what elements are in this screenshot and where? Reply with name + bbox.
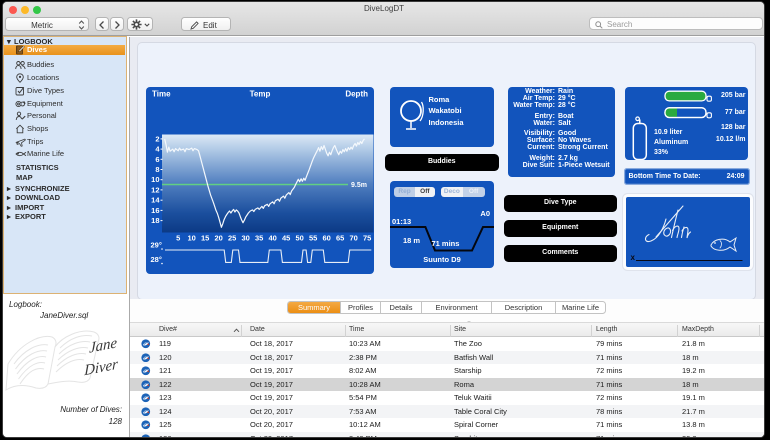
svg-text:28°: 28° [151,255,162,264]
svg-text:Time: Time [152,90,171,99]
svg-text:25: 25 [228,234,236,243]
svg-text:9.5m: 9.5m [351,182,367,189]
svg-text:18: 18 [151,216,159,225]
svg-text:50: 50 [296,234,304,243]
svg-text:14: 14 [151,196,160,205]
svg-text:40: 40 [269,234,277,243]
svg-text:Temp: Temp [250,90,271,99]
svg-text:5: 5 [176,234,180,243]
svg-text:70: 70 [350,234,358,243]
svg-text:Jane: Jane [89,334,117,357]
svg-text:35: 35 [255,234,263,243]
svg-text:12: 12 [151,185,159,194]
svg-text:29°: 29° [151,241,162,250]
svg-text:6: 6 [155,155,159,164]
svg-text:20: 20 [215,234,223,243]
svg-text:45: 45 [282,234,290,243]
svg-text:x: x [631,253,636,262]
svg-text:30: 30 [242,234,250,243]
svg-text:15: 15 [201,234,209,243]
svg-text:10: 10 [188,234,196,243]
svg-text:10: 10 [151,175,159,184]
svg-text:2: 2 [155,134,159,143]
svg-text:4: 4 [155,145,160,154]
svg-text:55: 55 [309,234,317,243]
svg-text:75: 75 [363,234,371,243]
svg-text:8: 8 [155,165,159,174]
svg-text:Depth: Depth [345,90,368,99]
svg-text:65: 65 [336,234,344,243]
svg-text:Diver: Diver [83,356,118,380]
svg-text:60: 60 [323,234,331,243]
svg-text:16: 16 [151,206,159,215]
